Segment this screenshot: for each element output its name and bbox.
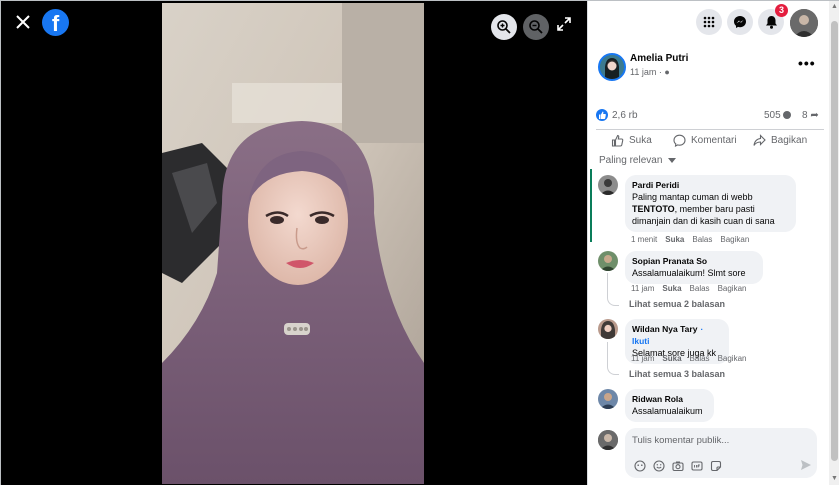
post-time-text[interactable]: 11 jam · bbox=[630, 67, 662, 77]
expand-icon[interactable] bbox=[557, 17, 577, 37]
post-actions: Suka Komentari Bagikan bbox=[596, 129, 824, 149]
scroll-up-icon[interactable]: ▲ bbox=[830, 3, 839, 11]
share-arrow-icon: ➦ bbox=[810, 110, 819, 121]
facebook-logo[interactable]: f bbox=[42, 9, 69, 36]
comment-reply-button[interactable]: Balas bbox=[690, 284, 710, 293]
comment-button[interactable]: Komentari bbox=[673, 131, 737, 149]
comment-text: Paling mantap cuman di webb TENTOTO, mem… bbox=[632, 191, 789, 227]
sticker-icon[interactable] bbox=[709, 459, 722, 472]
chevron-down-icon bbox=[668, 157, 677, 163]
like-count[interactable]: 2,6 rb bbox=[612, 110, 638, 121]
view-replies-link[interactable]: Lihat semua 2 balasan bbox=[629, 299, 725, 309]
comment-reply-button[interactable]: Balas bbox=[692, 235, 712, 244]
like-reaction-icon bbox=[596, 109, 608, 121]
messenger-icon[interactable] bbox=[727, 9, 753, 35]
comment-bubble: Pardi Peridi Paling mantap cuman di webb… bbox=[625, 175, 796, 232]
comment-meta: 11 jam Suka Balas Bagikan bbox=[631, 284, 746, 293]
share-count-text: 8 bbox=[802, 110, 808, 121]
close-icon[interactable] bbox=[11, 11, 35, 35]
zoom-out-icon[interactable] bbox=[523, 14, 549, 40]
thread-line bbox=[607, 273, 619, 306]
commenter-avatar[interactable] bbox=[598, 389, 618, 409]
photo-viewer: f bbox=[1, 1, 587, 485]
scroll-down-icon[interactable]: ▼ bbox=[830, 475, 839, 483]
post-panel: 3 Amelia Putri 11 jam · ● ••• 2,6 rb 505… bbox=[587, 1, 839, 485]
comment-text-before: Paling mantap cuman di webb bbox=[632, 192, 753, 202]
comment-text: Assalamualaikum! Slmt sore bbox=[632, 268, 746, 278]
commenter-avatar[interactable] bbox=[598, 251, 618, 271]
comment-input[interactable]: Tulis komentar publik... bbox=[625, 428, 817, 478]
post-photo[interactable] bbox=[162, 3, 424, 484]
post-author: Amelia Putri 11 jam · ● bbox=[598, 53, 688, 81]
top-bar: 3 bbox=[588, 1, 839, 45]
scrollbar[interactable]: ▲ ▼ bbox=[829, 1, 839, 485]
author-avatar[interactable] bbox=[598, 53, 626, 81]
globe-icon: ● bbox=[664, 67, 670, 77]
share-label: Bagikan bbox=[771, 134, 808, 146]
comment-like-button[interactable]: Suka bbox=[665, 235, 684, 244]
commenter-name[interactable]: Ridwan Rola bbox=[632, 393, 707, 405]
comment-input-placeholder: Tulis komentar publik... bbox=[632, 435, 730, 446]
comment-time[interactable]: 11 jam bbox=[631, 354, 654, 363]
commenter-name[interactable]: Sopian Pranata So bbox=[632, 255, 756, 267]
comment-count[interactable]: 505 bbox=[764, 110, 792, 121]
thread-line bbox=[607, 342, 619, 375]
notification-badge[interactable]: 3 bbox=[775, 4, 788, 17]
commenter-avatar[interactable] bbox=[598, 175, 618, 195]
camera-icon[interactable] bbox=[671, 459, 684, 472]
post-stats: 2,6 rb 505 8 ➦ bbox=[596, 109, 824, 123]
facebook-logo-letter: f bbox=[51, 11, 60, 36]
comment-bubble: Sopian Pranata So Assalamualaikum! Slmt … bbox=[625, 251, 763, 284]
comment-label: Komentari bbox=[691, 134, 737, 146]
view-replies-link[interactable]: Lihat semua 3 balasan bbox=[629, 369, 725, 379]
share-icon bbox=[753, 133, 766, 146]
comment-count-text: 505 bbox=[764, 110, 781, 121]
comment-like-button[interactable]: Suka bbox=[662, 354, 681, 363]
gif-icon[interactable] bbox=[690, 459, 703, 472]
thumbs-up-icon bbox=[611, 134, 624, 147]
highlight-line bbox=[590, 169, 592, 242]
share-count[interactable]: 8 ➦ bbox=[802, 110, 819, 121]
comment-bubble-icon bbox=[783, 111, 792, 120]
comment-share-button[interactable]: Bagikan bbox=[718, 284, 747, 293]
comment-text-bold: TENTOTO bbox=[632, 204, 675, 214]
comment-share-button[interactable]: Bagikan bbox=[720, 235, 749, 244]
comment-time[interactable]: 1 menit bbox=[631, 235, 657, 244]
send-icon[interactable] bbox=[800, 459, 812, 474]
comment-icon bbox=[673, 134, 686, 147]
avatar[interactable] bbox=[790, 9, 818, 37]
scrollbar-thumb[interactable] bbox=[831, 21, 838, 461]
share-button[interactable]: Bagikan bbox=[753, 131, 807, 149]
sort-label: Paling relevan bbox=[599, 155, 663, 166]
commenter-avatar[interactable] bbox=[598, 319, 618, 339]
comment-composer: Tulis komentar publik... bbox=[598, 428, 818, 480]
zoom-in-icon[interactable] bbox=[491, 14, 517, 40]
app-window: f 3 Amelia Putri 11 jam · ● ••• 2,6 rb 5… bbox=[0, 0, 839, 485]
author-name[interactable]: Amelia Putri bbox=[630, 53, 688, 64]
comment-share-button[interactable]: Bagikan bbox=[718, 354, 747, 363]
emoji-icon[interactable] bbox=[652, 459, 665, 472]
grid-menu-icon[interactable] bbox=[696, 9, 722, 35]
comment-time[interactable]: 11 jam bbox=[631, 284, 654, 293]
comment-text: Assalamualaikum bbox=[632, 406, 703, 416]
more-options-icon[interactable]: ••• bbox=[798, 55, 816, 71]
avatar-sticker-icon[interactable] bbox=[633, 459, 646, 472]
comment-reply-button[interactable]: Balas bbox=[690, 354, 710, 363]
like-button[interactable]: Suka bbox=[611, 131, 652, 149]
comment-meta: 1 menit Suka Balas Bagikan bbox=[631, 235, 749, 244]
comment-bubble: Ridwan Rola Assalamualaikum bbox=[625, 389, 714, 422]
commenter-name[interactable]: Pardi Peridi bbox=[632, 179, 789, 191]
composer-tools bbox=[633, 459, 722, 472]
like-label: Suka bbox=[629, 134, 652, 146]
commenter-name-row: Wildan Nya Tary · Ikuti bbox=[632, 323, 722, 347]
comment-like-button[interactable]: Suka bbox=[662, 284, 681, 293]
avatar[interactable] bbox=[598, 430, 618, 450]
sort-dropdown[interactable]: Paling relevan bbox=[599, 155, 677, 166]
post-time: 11 jam · ● bbox=[630, 67, 670, 77]
commenter-name[interactable]: Wildan Nya Tary bbox=[632, 324, 697, 334]
comment-meta: 11 jam Suka Balas Bagikan bbox=[631, 354, 746, 363]
